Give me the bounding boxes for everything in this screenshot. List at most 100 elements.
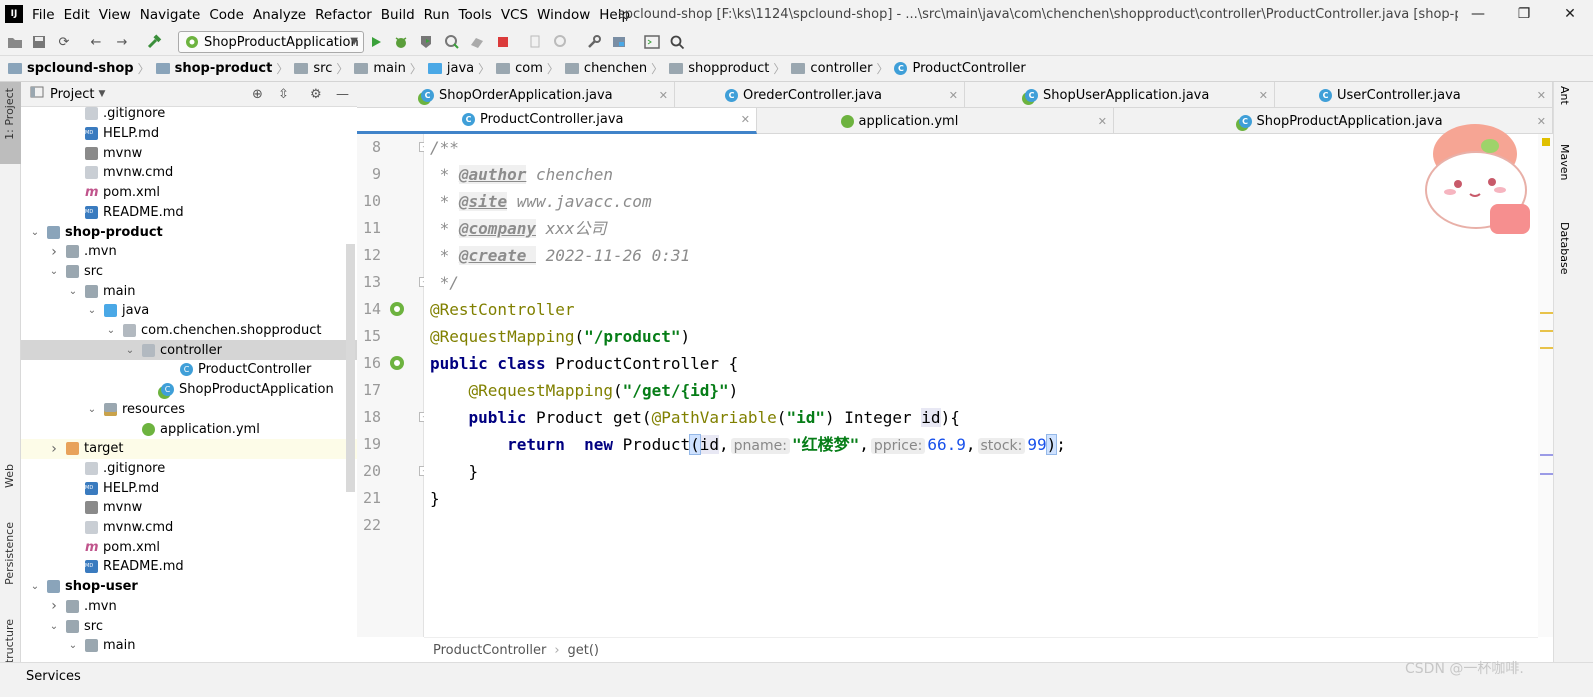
tree-item[interactable]: › .mvn [21, 242, 357, 262]
tree-item[interactable]: application.yml [21, 419, 357, 439]
tree-item[interactable]: mvnw [21, 143, 357, 163]
menu-edit[interactable]: Edit [64, 7, 90, 23]
breadcrumb-item-src[interactable]: src [294, 61, 332, 76]
tool-tab-database[interactable]: Database [1558, 222, 1571, 275]
tree-item[interactable]: MD README.md [21, 203, 357, 223]
gear-icon[interactable]: ⚙ [310, 87, 322, 102]
chevron-down-icon[interactable]: ⌄ [85, 404, 99, 415]
menu-window[interactable]: Window [537, 7, 590, 23]
close-tab-icon[interactable]: ✕ [1259, 89, 1268, 102]
close-tab-icon[interactable]: ✕ [741, 113, 750, 126]
tool-tab-ant[interactable]: Ant [1558, 86, 1571, 105]
chevron-right-icon[interactable]: › [47, 244, 61, 260]
tree-item[interactable]: MD HELP.md [21, 478, 357, 498]
chevron-down-icon[interactable]: ▼ [98, 89, 105, 99]
tree-item[interactable]: mvnw.cmd [21, 163, 357, 183]
breadcrumb-item-productcontroller[interactable]: C ProductController [894, 61, 1026, 76]
editor-tab[interactable]: C OrederController.java ✕ [675, 82, 965, 108]
inspection-status-icon[interactable] [1542, 138, 1550, 146]
chevron-down-icon[interactable]: ⌄ [66, 640, 80, 651]
tree-item[interactable]: ⌄ com.chenchen.shopproduct [21, 321, 357, 341]
editor-tab[interactable]: C ShopUserApplication.java ✕ [965, 82, 1275, 108]
tree-item[interactable]: › target [21, 438, 357, 459]
breadcrumb-item-spclound-shop[interactable]: spclound-shop [8, 61, 134, 76]
tool-tab-services[interactable]: Services [26, 669, 81, 684]
editor-crumb-method[interactable]: get() [568, 643, 600, 658]
tool-tab-maven[interactable]: Maven [1558, 144, 1571, 180]
tree-scrollbar[interactable] [346, 244, 355, 492]
chevron-down-icon[interactable]: ⌄ [104, 325, 118, 336]
stripe-mark[interactable] [1540, 312, 1553, 314]
restore-icon[interactable]: ❐ [1501, 0, 1547, 29]
chevron-down-icon[interactable]: ⌄ [47, 621, 61, 632]
run-icon[interactable] [367, 33, 385, 51]
menu-view[interactable]: View [99, 7, 131, 23]
tree-item[interactable]: m pom.xml [21, 183, 357, 203]
profile-icon[interactable] [443, 33, 461, 51]
close-tab-icon[interactable]: ✕ [659, 89, 668, 102]
open-folder-icon[interactable] [6, 33, 24, 51]
tree-item[interactable]: ⌄ resources [21, 400, 357, 420]
stripe-mark[interactable] [1540, 473, 1553, 475]
breadcrumb-item-shop-product[interactable]: shop-product [155, 61, 272, 76]
locate-target-icon[interactable]: ⊕ [252, 87, 263, 102]
tree-item[interactable]: C ShopProductApplication [21, 380, 357, 400]
sync-icon[interactable]: ⟳ [55, 33, 73, 51]
tree-item[interactable]: .gitignore [21, 459, 357, 479]
forward-arrow-icon[interactable]: → [113, 33, 131, 51]
tool-tab-project[interactable]: 1: Project [0, 82, 21, 164]
chevron-right-icon[interactable]: › [47, 441, 61, 457]
tree-item[interactable]: ⌄ main [21, 636, 357, 656]
editor-crumb-class[interactable]: ProductController [433, 643, 546, 658]
tree-item[interactable]: MD README.md [21, 557, 357, 577]
tree-item[interactable]: ⌄ src [21, 262, 357, 282]
project-panel-title[interactable]: Project [50, 87, 94, 102]
breadcrumb-item-com[interactable]: com [496, 61, 543, 76]
chevron-down-icon[interactable]: ⌄ [85, 305, 99, 316]
editor-tab[interactable]: application.yml ✕ [757, 108, 1114, 134]
tree-item[interactable]: ⌄ src [21, 616, 357, 636]
spring-bean-gutter-icon[interactable] [389, 355, 405, 375]
tree-item[interactable]: › .mvn [21, 597, 357, 617]
breadcrumb-item-main[interactable]: main [354, 61, 406, 76]
tree-item[interactable]: mvnw [21, 498, 357, 518]
close-window-icon[interactable]: ✕ [1547, 0, 1593, 29]
breadcrumb-item-shopproduct[interactable]: shopproduct [669, 61, 769, 76]
tree-item[interactable]: ⌄ java [21, 301, 357, 321]
chevron-down-icon[interactable]: ⌄ [123, 345, 137, 356]
menu-tools[interactable]: Tools [459, 7, 492, 23]
spring-bean-gutter-icon[interactable] [389, 301, 405, 321]
run-configuration-select[interactable]: ShopProductApplication ▼ [178, 31, 364, 53]
chevron-right-icon[interactable]: › [47, 598, 61, 614]
project-structure-icon[interactable] [610, 33, 628, 51]
tree-item[interactable]: ⌄ main [21, 281, 357, 301]
chevron-down-icon[interactable]: ⌄ [47, 266, 61, 277]
code-editor[interactable]: /** * @author chenchen * @site www.javac… [424, 134, 1538, 637]
chevron-down-icon[interactable]: ⌄ [28, 581, 42, 592]
terminal-window-icon[interactable] [643, 33, 661, 51]
tool-tab-web[interactable]: Web [3, 464, 16, 488]
stripe-mark[interactable] [1540, 330, 1553, 332]
breadcrumb-item-java[interactable]: java [427, 61, 474, 76]
hide-panel-icon[interactable]: — [336, 87, 349, 102]
stripe-mark[interactable] [1540, 347, 1553, 349]
close-tab-icon[interactable]: ✕ [1098, 115, 1107, 128]
tree-item[interactable]: mvnw.cmd [21, 518, 357, 538]
project-structure-build-icon[interactable] [527, 33, 545, 51]
tree-item[interactable]: C ProductController [21, 360, 357, 380]
back-arrow-icon[interactable]: ← [87, 33, 105, 51]
stripe-mark[interactable] [1540, 454, 1553, 456]
collapse-all-icon[interactable]: ⇳ [278, 87, 289, 102]
menu-code[interactable]: Code [209, 7, 244, 23]
menu-run[interactable]: Run [424, 7, 450, 23]
chevron-down-icon[interactable]: ⌄ [28, 227, 42, 238]
search-icon[interactable] [668, 33, 686, 51]
tree-item[interactable]: .gitignore [21, 107, 357, 124]
menu-analyze[interactable]: Analyze [253, 7, 306, 23]
menu-build[interactable]: Build [381, 7, 415, 23]
tree-item[interactable]: ⌄ shop-user [21, 577, 357, 597]
close-tab-icon[interactable]: ✕ [949, 89, 958, 102]
save-icon[interactable] [30, 33, 48, 51]
menu-file[interactable]: File [32, 7, 55, 23]
breadcrumb-item-chenchen[interactable]: chenchen [564, 61, 647, 76]
